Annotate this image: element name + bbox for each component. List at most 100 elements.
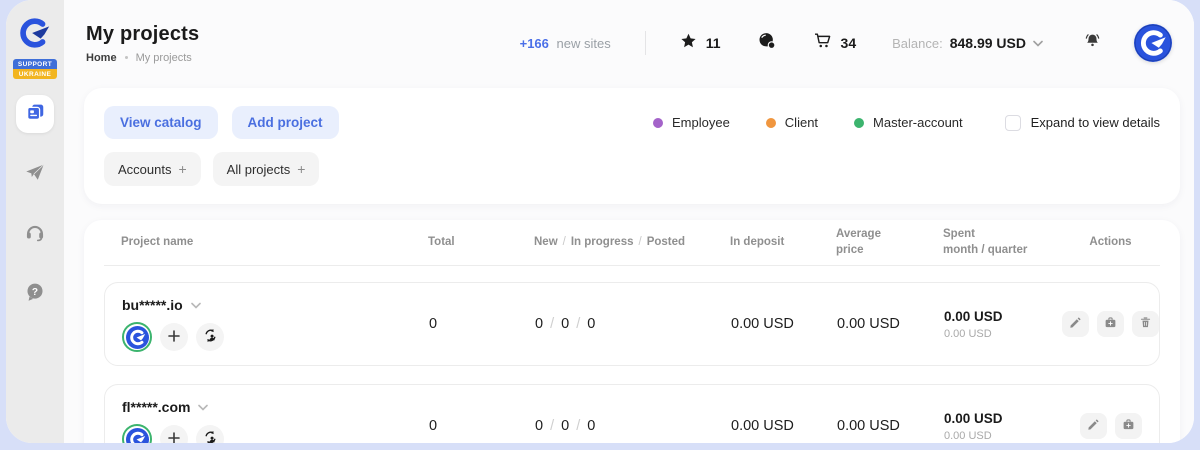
column-separator: / <box>558 236 571 248</box>
page-header: My projects Home My projects +166 new si… <box>64 0 1194 86</box>
user-switch-icon <box>203 328 218 346</box>
sidebar-item-send[interactable] <box>16 155 54 193</box>
toolbar-card: View catalog Add project Employee Client… <box>84 88 1180 204</box>
switch-user-button[interactable] <box>196 425 224 443</box>
deposit-button[interactable] <box>1097 311 1124 337</box>
in-deposit-value: 0.00 USD <box>707 316 817 332</box>
new-sites-count: +166 <box>520 36 549 51</box>
project-name: bu*****.io <box>122 297 183 313</box>
page-title: My projects <box>86 23 199 46</box>
status-values: 0/0/0 <box>532 418 707 434</box>
view-catalog-button[interactable]: View catalog <box>104 106 218 139</box>
help-icon: ? <box>24 281 46 308</box>
column-spent: Spent month / quarter <box>936 227 1061 258</box>
edit-button[interactable] <box>1080 413 1107 439</box>
project-avatar[interactable] <box>122 424 152 443</box>
notifications-button[interactable] <box>1083 31 1102 55</box>
star-icon <box>680 32 697 54</box>
legend-item-client: Client <box>766 115 818 130</box>
average-price-value: 0.00 USD <box>817 418 937 434</box>
expand-details-checkbox-group[interactable]: Expand to view details <box>1005 115 1160 131</box>
app-window: SUPPORT UKRAINE <box>6 0 1194 443</box>
client-dot <box>766 118 776 128</box>
legend-item-master-account: Master-account <box>854 115 963 130</box>
add-member-button[interactable] <box>160 425 188 443</box>
chevron-down-icon <box>1033 34 1043 52</box>
delete-icon <box>1139 316 1152 332</box>
all-projects-filter[interactable]: All projects + <box>213 152 320 186</box>
column-separator: / <box>634 236 647 248</box>
switch-user-button[interactable] <box>196 323 224 351</box>
sidebar-item-help[interactable]: ? <box>16 275 54 313</box>
breadcrumb-home[interactable]: Home <box>86 52 117 64</box>
breadcrumb-current: My projects <box>136 52 192 64</box>
employee-dot <box>653 118 663 128</box>
legend-item-employee: Employee <box>653 115 730 130</box>
actions-cell <box>1062 413 1159 439</box>
expand-details-checkbox[interactable] <box>1005 115 1021 131</box>
all-projects-filter-label: All projects <box>227 162 291 177</box>
plus-icon <box>168 432 180 444</box>
in-deposit-value: 0.00 USD <box>707 418 817 434</box>
svg-text:?: ? <box>32 286 38 297</box>
expand-details-label: Expand to view details <box>1031 115 1160 130</box>
plus-icon <box>168 330 180 345</box>
sidebar-item-support[interactable] <box>16 215 54 253</box>
projects-table: Project name Total New/In progress/Poste… <box>84 220 1180 443</box>
cart-counter[interactable]: 34 <box>813 31 857 55</box>
add-project-button[interactable]: Add project <box>232 106 339 139</box>
bell-icon <box>1083 31 1102 55</box>
collaborator-logo-icon <box>17 16 53 55</box>
balance-label: Balance: <box>892 36 943 51</box>
sidebar: SUPPORT UKRAINE <box>6 0 64 443</box>
master-account-label: Master-account <box>873 115 963 130</box>
column-total: Total <box>426 235 531 251</box>
chevron-down-icon <box>198 398 208 416</box>
employee-label: Employee <box>672 115 730 130</box>
sidebar-item-projects[interactable] <box>16 95 54 133</box>
accounts-filter[interactable]: Accounts + <box>104 152 201 186</box>
add-member-button[interactable] <box>160 323 188 351</box>
sidebar-logo[interactable]: SUPPORT UKRAINE <box>13 16 57 79</box>
column-in-progress: In progress <box>571 236 634 248</box>
favorites-count: 11 <box>706 35 721 51</box>
table-header: Project name Total New/In progress/Poste… <box>104 220 1160 266</box>
main-area: My projects Home My projects +166 new si… <box>64 0 1194 443</box>
spent-cell: 0.00 USD 0.00 USD <box>937 411 1062 442</box>
sidebar-nav: ? <box>16 95 54 313</box>
header-divider <box>645 31 646 55</box>
send-icon <box>24 161 46 188</box>
chat-button[interactable] <box>757 31 777 56</box>
chat-icon <box>757 31 777 56</box>
user-switch-icon <box>203 430 218 443</box>
project-cell: bu*****.io <box>105 283 427 352</box>
column-status: New/In progress/Posted <box>531 235 706 251</box>
projects-icon <box>24 101 46 128</box>
breadcrumb: Home My projects <box>86 52 199 64</box>
table-row: bu*****.io <box>104 282 1160 366</box>
support-ukraine-badge: SUPPORT UKRAINE <box>13 59 57 79</box>
plus-icon: + <box>178 161 186 177</box>
client-label: Client <box>785 115 818 130</box>
average-price-value: 0.00 USD <box>817 316 937 332</box>
project-avatar[interactable] <box>122 322 152 352</box>
spent-cell: 0.00 USD 0.00 USD <box>937 309 1062 340</box>
balance-dropdown[interactable]: Balance: 848.99 USD <box>892 34 1043 52</box>
project-name-dropdown[interactable]: fl*****.com <box>122 398 427 416</box>
project-cell: fl*****.com <box>105 385 427 443</box>
edit-icon <box>1069 316 1082 332</box>
deposit-button[interactable] <box>1115 413 1142 439</box>
column-average-price: Average price <box>816 227 936 258</box>
balance-value: 848.99 USD <box>950 35 1026 51</box>
edit-button[interactable] <box>1062 311 1089 337</box>
delete-button[interactable] <box>1132 311 1159 337</box>
project-name-dropdown[interactable]: bu*****.io <box>122 296 427 314</box>
deposit-icon <box>1104 316 1117 332</box>
breadcrumb-separator <box>125 56 128 59</box>
column-project-name: Project name <box>104 235 426 251</box>
user-avatar[interactable] <box>1134 24 1172 62</box>
new-sites-link[interactable]: +166 new sites <box>520 36 611 51</box>
cart-count: 34 <box>841 35 857 51</box>
role-legend: Employee Client Master-account Expand to… <box>617 115 1160 131</box>
favorites-counter[interactable]: 11 <box>680 32 721 54</box>
